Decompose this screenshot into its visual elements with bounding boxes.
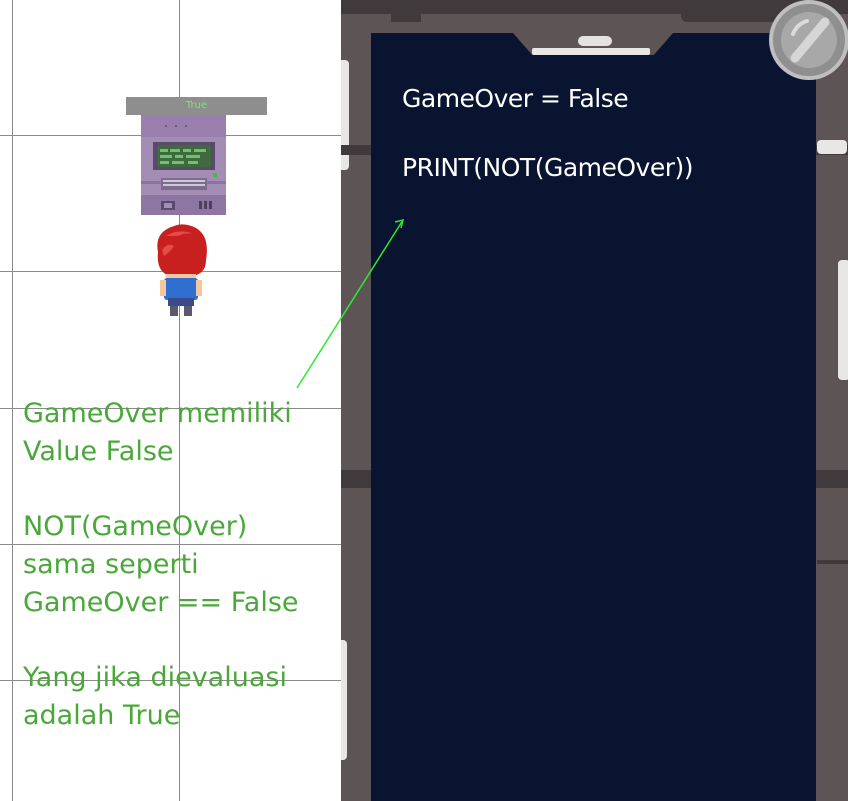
computer-terminal-icon[interactable] — [141, 115, 226, 215]
note-line: Value False — [23, 436, 174, 467]
note-line: sama seperti — [23, 549, 199, 580]
game-world: True GameOver memiliki Value False NOT(G… — [0, 0, 341, 801]
slash-circle-icon — [781, 12, 837, 68]
phone-notch-trim — [532, 48, 650, 55]
note-line: GameOver == False — [23, 587, 299, 618]
close-button[interactable] — [769, 0, 848, 80]
note-line: NOT(GameOver) — [23, 511, 248, 542]
explanation-note: GameOver memiliki Value False NOT(GameOv… — [23, 395, 338, 735]
code-screen — [371, 33, 816, 801]
note-line: GameOver memiliki — [23, 398, 292, 429]
note-line: adalah True — [23, 700, 181, 731]
phone-speaker — [578, 36, 612, 46]
phone-side-button — [838, 260, 848, 380]
code-line-1: GameOver = False — [402, 84, 629, 113]
code-line-2: PRINT(NOT(GameOver)) — [402, 153, 694, 182]
player-character-icon — [157, 224, 207, 316]
terminal-status-label: True — [126, 97, 267, 115]
note-line: Yang jika dievaluasi — [23, 662, 287, 693]
